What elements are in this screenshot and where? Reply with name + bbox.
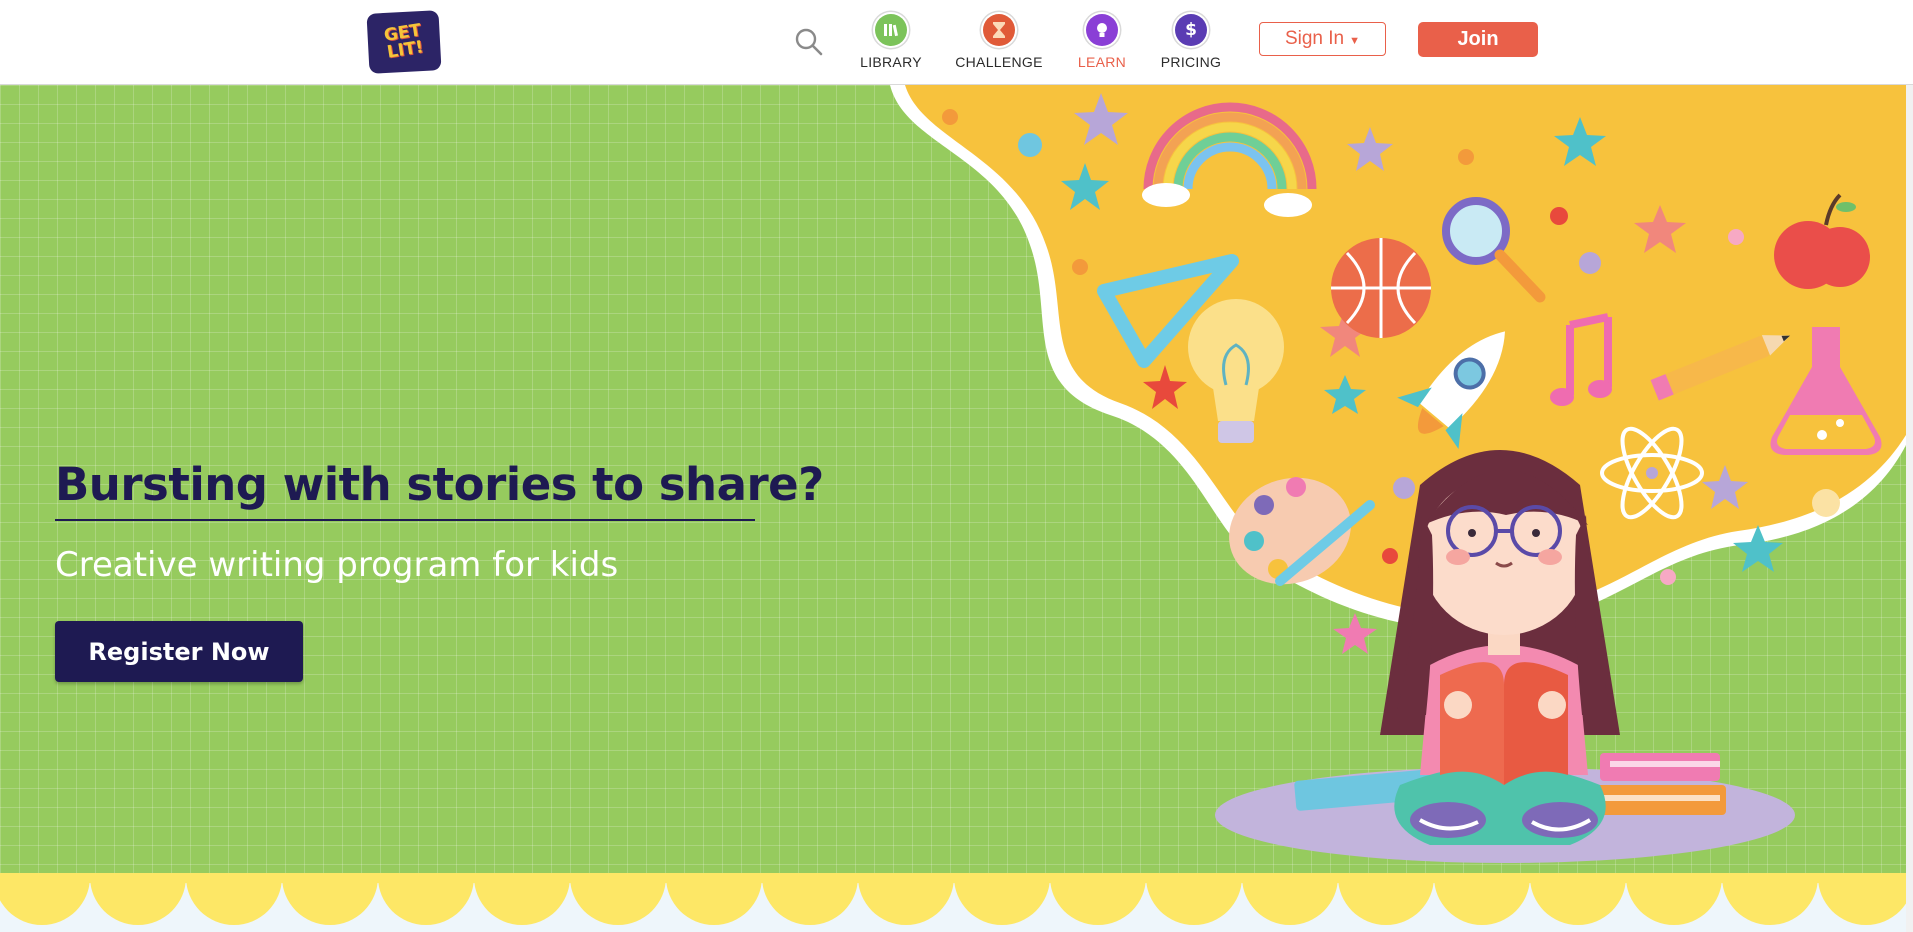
nav-learn-label: LEARN bbox=[1077, 54, 1127, 70]
sign-in-label: Sign In bbox=[1284, 28, 1345, 49]
scallop bbox=[1434, 873, 1530, 925]
scallop bbox=[1338, 873, 1434, 925]
nav-library-label: LIBRARY bbox=[860, 54, 922, 70]
nav-learn[interactable]: LEARN bbox=[1074, 14, 1130, 74]
scallop bbox=[474, 873, 570, 925]
sign-in-button[interactable]: Sign In ▼ bbox=[1259, 22, 1386, 56]
scallop bbox=[762, 873, 858, 925]
nav-library[interactable]: LIBRARY bbox=[858, 14, 924, 74]
scalloped-divider bbox=[0, 873, 1906, 932]
scallop bbox=[0, 873, 90, 925]
scallop bbox=[1530, 873, 1626, 925]
hero-section: Bursting with stories to share? Creative… bbox=[0, 85, 1906, 873]
scallop bbox=[1242, 873, 1338, 925]
register-now-button[interactable]: Register Now bbox=[55, 621, 303, 682]
nav-challenge-label: CHALLENGE bbox=[955, 54, 1043, 70]
scallop bbox=[1722, 873, 1818, 925]
nav-pricing-label: PRICING bbox=[1160, 54, 1222, 70]
hero-subtitle: Creative writing program for kids bbox=[55, 545, 619, 585]
logo[interactable]: GET LIT! bbox=[366, 10, 442, 74]
page-scrollbar[interactable] bbox=[1906, 85, 1913, 932]
scallop bbox=[378, 873, 474, 925]
scallop bbox=[90, 873, 186, 925]
scallop bbox=[954, 873, 1050, 925]
join-button[interactable]: Join bbox=[1418, 22, 1538, 57]
scallop bbox=[186, 873, 282, 925]
hero-title: Bursting with stories to share? bbox=[55, 458, 824, 511]
scallop bbox=[282, 873, 378, 925]
scallop bbox=[1146, 873, 1242, 925]
register-now-label: Register Now bbox=[88, 637, 270, 666]
logo-text: GET LIT! bbox=[382, 20, 425, 63]
scallop bbox=[666, 873, 762, 925]
scallop bbox=[1050, 873, 1146, 925]
basketball-icon bbox=[1331, 238, 1431, 338]
caret-down-icon: ▼ bbox=[1349, 34, 1361, 47]
scallop bbox=[858, 873, 954, 925]
books-icon bbox=[875, 14, 907, 46]
title-underline bbox=[55, 519, 755, 521]
search-icon[interactable] bbox=[793, 26, 825, 58]
lightbulb-icon bbox=[1086, 14, 1118, 46]
scallop bbox=[1626, 873, 1722, 925]
scallop bbox=[570, 873, 666, 925]
hourglass-icon bbox=[983, 14, 1015, 46]
scallop bbox=[1818, 873, 1906, 925]
site-header: GET LIT! LIBRARY CHALLENGE LEARN $ PRICI… bbox=[0, 0, 1913, 85]
join-label: Join bbox=[1457, 28, 1499, 50]
scallop-shapes bbox=[0, 873, 1906, 925]
nav-challenge[interactable]: CHALLENGE bbox=[954, 14, 1044, 74]
nav-pricing[interactable]: $ PRICING bbox=[1160, 14, 1222, 74]
dollar-icon: $ bbox=[1175, 14, 1207, 46]
